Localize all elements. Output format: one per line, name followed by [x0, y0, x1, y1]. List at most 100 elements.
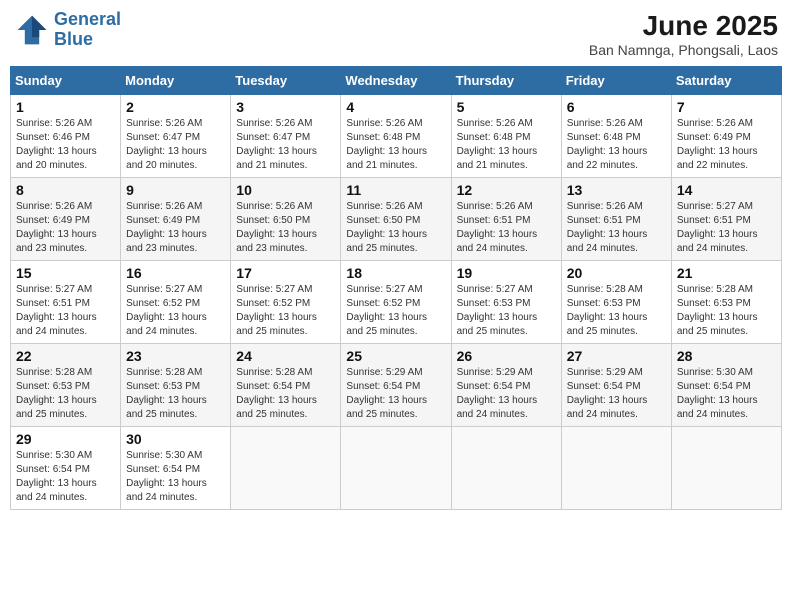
calendar-cell [341, 427, 451, 510]
calendar-cell: 1Sunrise: 5:26 AMSunset: 6:46 PMDaylight… [11, 95, 121, 178]
month-title: June 2025 [589, 10, 778, 42]
calendar-cell: 3 Sunrise: 5:26 AMSunset: 6:47 PMDaylight… [231, 95, 341, 178]
calendar-cell: 6 Sunrise: 5:26 AMSunset: 6:48 PMDaylight… [561, 95, 671, 178]
calendar-cell: 19 Sunrise: 5:27 AMSunset: 6:53 PMDayligh… [451, 261, 561, 344]
day-number: 23 [126, 348, 225, 364]
day-info: Sunrise: 5:26 AMSunset: 6:46 PMDaylight:… [16, 117, 115, 173]
calendar-week-row: 29 Sunrise: 5:30 AMSunset: 6:54 PMDayligh… [11, 427, 782, 510]
day-info: Sunrise: 5:26 AMSunset: 6:48 PMDaylight:… [567, 117, 666, 173]
day-number: 29 [16, 431, 115, 447]
day-info: Sunrise: 5:26 AMSunset: 6:49 PMDaylight:… [16, 200, 115, 256]
day-info: Sunrise: 5:29 AMSunset: 6:54 PMDaylight:… [567, 366, 666, 422]
day-number: 14 [677, 182, 776, 198]
calendar-cell: 22 Sunrise: 5:28 AMSunset: 6:53 PMDayligh… [11, 344, 121, 427]
day-info: Sunrise: 5:26 AMSunset: 6:50 PMDaylight:… [236, 200, 335, 256]
day-info: Sunrise: 5:30 AMSunset: 6:54 PMDaylight:… [677, 366, 776, 422]
day-info: Sunrise: 5:27 AMSunset: 6:51 PMDaylight:… [677, 200, 776, 256]
day-info: Sunrise: 5:29 AMSunset: 6:54 PMDaylight:… [346, 366, 445, 422]
day-info: Sunrise: 5:26 AMSunset: 6:49 PMDaylight:… [677, 117, 776, 173]
day-info: Sunrise: 5:27 AMSunset: 6:52 PMDaylight:… [346, 283, 445, 339]
day-info: Sunrise: 5:26 AMSunset: 6:48 PMDaylight:… [457, 117, 556, 173]
weekday-header-tuesday: Tuesday [231, 67, 341, 95]
day-number: 7 [677, 99, 776, 115]
calendar-week-row: 8 Sunrise: 5:26 AMSunset: 6:49 PMDaylight… [11, 178, 782, 261]
day-info: Sunrise: 5:26 AMSunset: 6:49 PMDaylight:… [126, 200, 225, 256]
day-info: Sunrise: 5:27 AMSunset: 6:52 PMDaylight:… [236, 283, 335, 339]
calendar-cell: 21 Sunrise: 5:28 AMSunset: 6:53 PMDayligh… [671, 261, 781, 344]
calendar-week-row: 1Sunrise: 5:26 AMSunset: 6:46 PMDaylight… [11, 95, 782, 178]
day-number: 11 [346, 182, 445, 198]
day-number: 4 [346, 99, 445, 115]
day-number: 5 [457, 99, 556, 115]
day-info: Sunrise: 5:30 AMSunset: 6:54 PMDaylight:… [126, 449, 225, 505]
day-number: 10 [236, 182, 335, 198]
calendar-cell: 20 Sunrise: 5:28 AMSunset: 6:53 PMDayligh… [561, 261, 671, 344]
day-number: 28 [677, 348, 776, 364]
calendar-cell: 11 Sunrise: 5:26 AMSunset: 6:50 PMDayligh… [341, 178, 451, 261]
day-info: Sunrise: 5:26 AMSunset: 6:51 PMDaylight:… [457, 200, 556, 256]
day-number: 22 [16, 348, 115, 364]
calendar-cell [671, 427, 781, 510]
weekday-header-wednesday: Wednesday [341, 67, 451, 95]
calendar-cell: 18 Sunrise: 5:27 AMSunset: 6:52 PMDayligh… [341, 261, 451, 344]
day-info: Sunrise: 5:30 AMSunset: 6:54 PMDaylight:… [16, 449, 115, 505]
day-number: 2 [126, 99, 225, 115]
calendar-cell: 25Sunrise: 5:29 AMSunset: 6:54 PMDayligh… [341, 344, 451, 427]
calendar-week-row: 22 Sunrise: 5:28 AMSunset: 6:53 PMDayligh… [11, 344, 782, 427]
calendar-cell: 8 Sunrise: 5:26 AMSunset: 6:49 PMDaylight… [11, 178, 121, 261]
calendar-cell: 9 Sunrise: 5:26 AMSunset: 6:49 PMDaylight… [121, 178, 231, 261]
day-number: 6 [567, 99, 666, 115]
calendar-cell: 17 Sunrise: 5:27 AMSunset: 6:52 PMDayligh… [231, 261, 341, 344]
day-info: Sunrise: 5:28 AMSunset: 6:53 PMDaylight:… [677, 283, 776, 339]
day-number: 8 [16, 182, 115, 198]
day-number: 16 [126, 265, 225, 281]
calendar-cell: 23Sunrise: 5:28 AMSunset: 6:53 PMDayligh… [121, 344, 231, 427]
calendar-cell: 12 Sunrise: 5:26 AMSunset: 6:51 PMDayligh… [451, 178, 561, 261]
calendar-cell: 24Sunrise: 5:28 AMSunset: 6:54 PMDayligh… [231, 344, 341, 427]
weekday-header-friday: Friday [561, 67, 671, 95]
day-info: Sunrise: 5:28 AMSunset: 6:53 PMDaylight:… [16, 366, 115, 422]
title-area: June 2025 Ban Namnga, Phongsali, Laos [589, 10, 778, 58]
day-number: 26 [457, 348, 556, 364]
day-info: Sunrise: 5:26 AMSunset: 6:50 PMDaylight:… [346, 200, 445, 256]
day-info: Sunrise: 5:27 AMSunset: 6:52 PMDaylight:… [126, 283, 225, 339]
calendar-cell: 26 Sunrise: 5:29 AMSunset: 6:54 PMDayligh… [451, 344, 561, 427]
logo-text: General Blue [54, 10, 121, 50]
location-title: Ban Namnga, Phongsali, Laos [589, 42, 778, 58]
calendar-week-row: 15Sunrise: 5:27 AMSunset: 6:51 PMDayligh… [11, 261, 782, 344]
day-number: 12 [457, 182, 556, 198]
calendar-cell: 2Sunrise: 5:26 AMSunset: 6:47 PMDaylight… [121, 95, 231, 178]
calendar-cell: 28 Sunrise: 5:30 AMSunset: 6:54 PMDayligh… [671, 344, 781, 427]
logo-blue: Blue [54, 29, 93, 49]
day-info: Sunrise: 5:28 AMSunset: 6:53 PMDaylight:… [567, 283, 666, 339]
calendar-cell: 15Sunrise: 5:27 AMSunset: 6:51 PMDayligh… [11, 261, 121, 344]
day-number: 9 [126, 182, 225, 198]
calendar-cell: 30 Sunrise: 5:30 AMSunset: 6:54 PMDayligh… [121, 427, 231, 510]
calendar-cell: 27 Sunrise: 5:29 AMSunset: 6:54 PMDayligh… [561, 344, 671, 427]
calendar-cell [451, 427, 561, 510]
day-info: Sunrise: 5:27 AMSunset: 6:53 PMDaylight:… [457, 283, 556, 339]
calendar-cell [231, 427, 341, 510]
day-number: 27 [567, 348, 666, 364]
day-number: 18 [346, 265, 445, 281]
day-number: 30 [126, 431, 225, 447]
day-info: Sunrise: 5:29 AMSunset: 6:54 PMDaylight:… [457, 366, 556, 422]
day-number: 3 [236, 99, 335, 115]
day-number: 21 [677, 265, 776, 281]
weekday-header-saturday: Saturday [671, 67, 781, 95]
calendar-cell: 10 Sunrise: 5:26 AMSunset: 6:50 PMDayligh… [231, 178, 341, 261]
day-number: 17 [236, 265, 335, 281]
calendar-cell: 29 Sunrise: 5:30 AMSunset: 6:54 PMDayligh… [11, 427, 121, 510]
calendar-cell: 4 Sunrise: 5:26 AMSunset: 6:48 PMDaylight… [341, 95, 451, 178]
day-number: 13 [567, 182, 666, 198]
page-header: General Blue June 2025 Ban Namnga, Phong… [10, 10, 782, 58]
calendar-cell [561, 427, 671, 510]
day-info: Sunrise: 5:27 AMSunset: 6:51 PMDaylight:… [16, 283, 115, 339]
day-info: Sunrise: 5:26 AMSunset: 6:47 PMDaylight:… [236, 117, 335, 173]
day-info: Sunrise: 5:26 AMSunset: 6:51 PMDaylight:… [567, 200, 666, 256]
weekday-header-thursday: Thursday [451, 67, 561, 95]
day-info: Sunrise: 5:26 AMSunset: 6:48 PMDaylight:… [346, 117, 445, 173]
weekday-header-sunday: Sunday [11, 67, 121, 95]
day-number: 20 [567, 265, 666, 281]
day-number: 19 [457, 265, 556, 281]
